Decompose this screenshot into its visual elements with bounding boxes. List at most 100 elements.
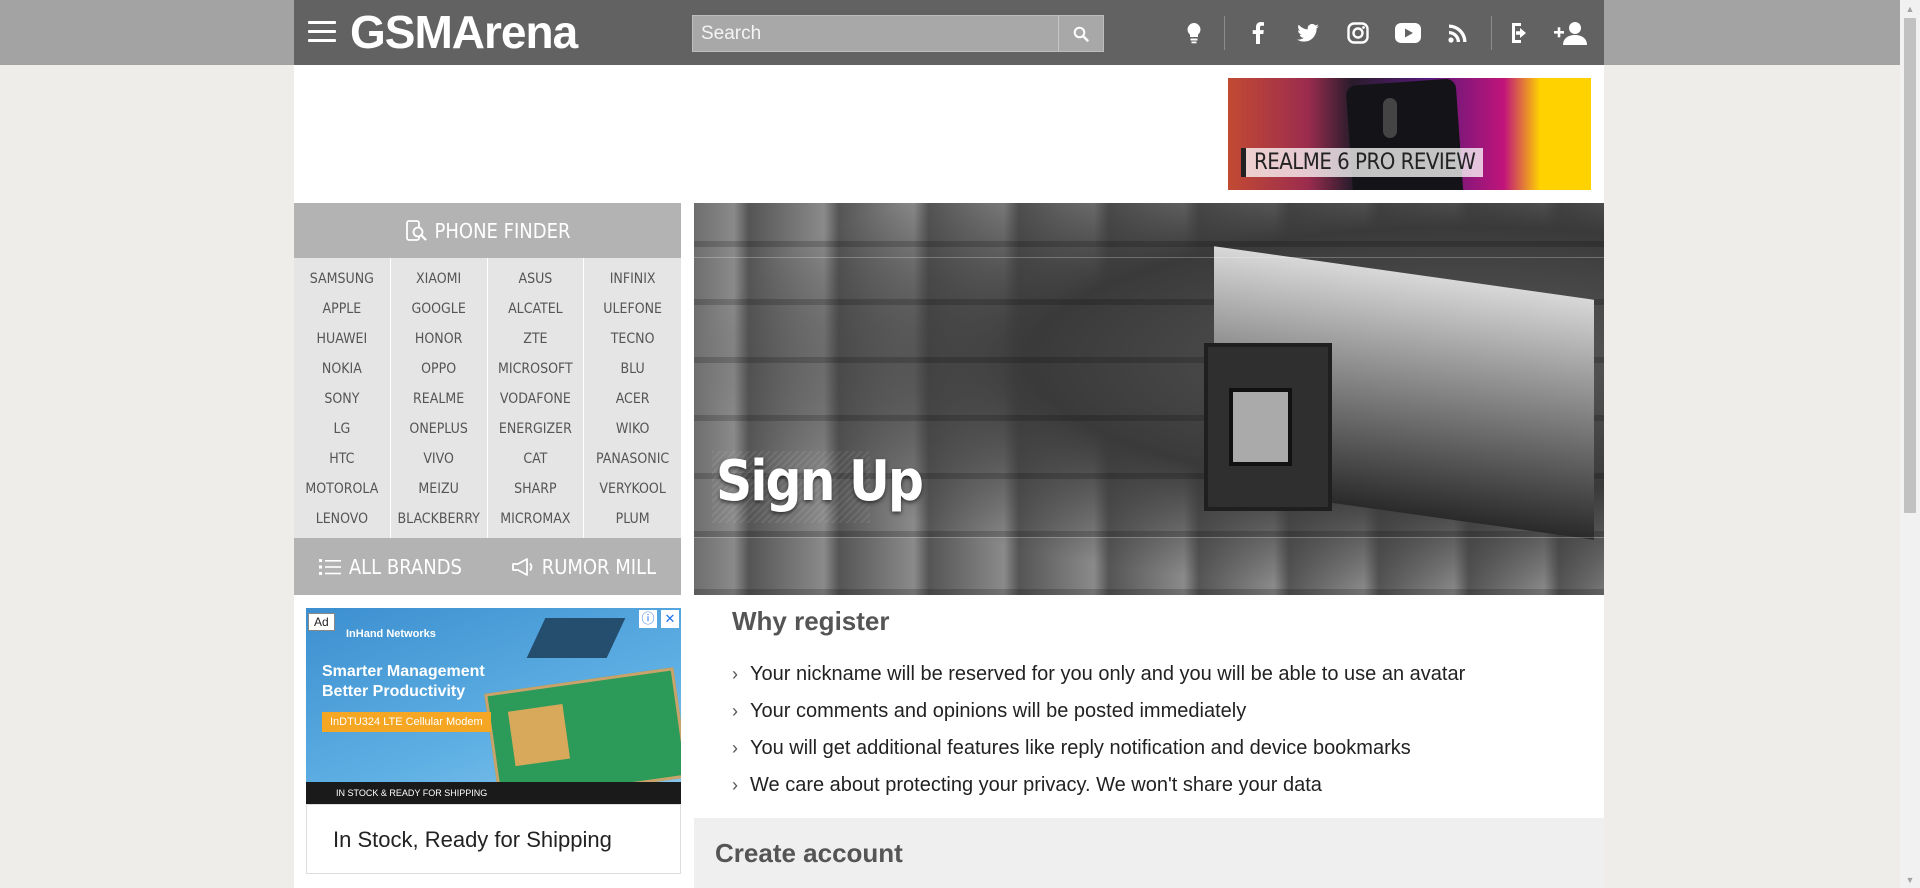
ad-caption[interactable]: In Stock, Ready for Shipping xyxy=(306,804,681,874)
brand-link[interactable]: SHARP xyxy=(488,474,584,504)
search-input[interactable] xyxy=(693,16,1059,51)
brand-link[interactable]: SONY xyxy=(294,384,390,414)
brand-link[interactable]: APPLE xyxy=(294,294,390,324)
list-item-text: We care about protecting your privacy. W… xyxy=(750,774,1322,796)
ad-caption-text: In Stock, Ready for Shipping xyxy=(333,827,612,852)
brand-link[interactable]: INFINIX xyxy=(584,264,681,294)
brand-link[interactable]: VODAFONE xyxy=(488,384,584,414)
login-icon[interactable] xyxy=(1506,18,1536,48)
hero-line xyxy=(694,257,1604,258)
all-brands-link[interactable]: ALL BRANDS xyxy=(318,554,462,579)
rumor-mill-label: RUMOR MILL xyxy=(541,554,657,579)
list-icon xyxy=(318,558,341,575)
brand-link[interactable]: OPPO xyxy=(391,354,487,384)
ad-headline-line: Better Productivity xyxy=(322,683,466,700)
brand-link[interactable]: ASUS xyxy=(488,264,584,294)
hero-image: Sign Up xyxy=(694,203,1604,595)
rss-icon[interactable] xyxy=(1443,18,1473,48)
ad-headline-line: Smarter Management xyxy=(322,663,485,680)
tip-icon[interactable] xyxy=(1179,18,1209,48)
promo-label: REALME 6 PRO REVIEW xyxy=(1241,148,1484,177)
brand-link[interactable]: ACER xyxy=(584,384,681,414)
list-item: › Your comments and opinions will be post… xyxy=(732,693,1465,730)
brand-link[interactable]: CAT xyxy=(488,444,584,474)
header-divider xyxy=(1224,16,1225,50)
brand-link[interactable]: MICROMAX xyxy=(488,504,584,534)
promo-banner[interactable]: REALME 6 PRO REVIEW xyxy=(1228,78,1591,190)
ad-banner[interactable]: Ad ⓘ ✕ InHand Networks Smarter Managemen… xyxy=(306,608,681,804)
promo-camera-image xyxy=(1383,98,1397,138)
brand-link[interactable]: MEIZU xyxy=(391,474,487,504)
brand-link[interactable]: BLACKBERRY xyxy=(391,504,487,534)
hero-line xyxy=(694,537,1604,538)
brand-link[interactable]: ZTE xyxy=(488,324,584,354)
instagram-icon[interactable] xyxy=(1343,18,1373,48)
twitter-icon[interactable] xyxy=(1293,18,1323,48)
chevron-right-icon: › xyxy=(732,775,738,795)
brand-link[interactable]: HUAWEI xyxy=(294,324,390,354)
list-item-text: You will get additional features like re… xyxy=(750,737,1411,759)
brand-link[interactable]: XIAOMI xyxy=(391,264,487,294)
ad-solar-panel-image xyxy=(526,618,626,658)
create-account-section: Create account xyxy=(694,818,1604,888)
megaphone-icon xyxy=(511,557,532,576)
brand-link[interactable]: SAMSUNG xyxy=(294,264,390,294)
finder-footer: ALL BRANDS RUMOR MILL xyxy=(294,538,681,595)
phone-finder-button[interactable]: PHONE FINDER xyxy=(294,203,681,258)
chevron-right-icon: › xyxy=(732,701,738,721)
header-divider xyxy=(1491,16,1492,50)
all-brands-label: ALL BRANDS xyxy=(348,554,462,579)
brand-link[interactable]: GOOGLE xyxy=(391,294,487,324)
why-register-list: › Your nickname will be reserved for you … xyxy=(732,656,1465,804)
search-icon xyxy=(1073,26,1089,42)
ad-footer: IN STOCK & READY FOR SHIPPING xyxy=(306,782,681,804)
brand-link[interactable]: ULEFONE xyxy=(584,294,681,324)
brand-link[interactable]: MICROSOFT xyxy=(488,354,584,384)
scroll-down-arrow-icon[interactable]: ▼ xyxy=(1900,871,1920,888)
rumor-mill-link[interactable]: RUMOR MILL xyxy=(511,554,657,579)
page-title: Sign Up xyxy=(716,449,924,514)
brand-link[interactable]: BLU xyxy=(584,354,681,384)
search-button[interactable] xyxy=(1058,16,1103,51)
list-item: › We care about protecting your privacy. … xyxy=(732,767,1465,804)
youtube-icon[interactable] xyxy=(1393,18,1423,48)
brand-link[interactable]: LENOVO xyxy=(294,504,390,534)
brand-link[interactable]: VERYKOOL xyxy=(584,474,681,504)
ad-headline: Smarter Management Better Productivity xyxy=(322,662,485,702)
create-account-heading: Create account xyxy=(715,838,903,868)
facebook-icon[interactable] xyxy=(1243,18,1273,48)
scroll-up-arrow-icon[interactable]: ▲ xyxy=(1900,0,1920,17)
brand-link[interactable]: ONEPLUS xyxy=(391,414,487,444)
brand-link[interactable]: HTC xyxy=(294,444,390,474)
brand-link[interactable]: ENERGIZER xyxy=(488,414,584,444)
brand-link[interactable]: TECNO xyxy=(584,324,681,354)
brand-link[interactable]: PANASONIC xyxy=(584,444,681,474)
brand-grid: SAMSUNG APPLE HUAWEI NOKIA SONY LG HTC M… xyxy=(294,258,681,538)
ad-close-icon[interactable]: ✕ xyxy=(661,610,679,628)
brand-link[interactable]: HONOR xyxy=(391,324,487,354)
list-item: › Your nickname will be reserved for you … xyxy=(732,656,1465,693)
brand-link[interactable]: VIVO xyxy=(391,444,487,474)
brand-link[interactable]: PLUM xyxy=(584,504,681,534)
page-scrollbar[interactable]: ▲ ▼ xyxy=(1900,0,1920,888)
list-item-text: Your nickname will be reserved for you o… xyxy=(750,663,1466,685)
brand-link[interactable]: NOKIA xyxy=(294,354,390,384)
ad-brand: InHand Networks xyxy=(346,628,436,640)
ad-badge: Ad xyxy=(308,613,335,631)
site-logo[interactable]: GSMArena xyxy=(350,8,578,56)
scrollbar-thumb[interactable] xyxy=(1904,18,1916,513)
list-item-text: Your comments and opinions will be poste… xyxy=(750,700,1247,722)
brand-link[interactable]: MOTOROLA xyxy=(294,474,390,504)
chevron-right-icon: › xyxy=(732,738,738,758)
brand-link[interactable]: LG xyxy=(294,414,390,444)
brand-link[interactable]: REALME xyxy=(391,384,487,414)
signup-icon[interactable] xyxy=(1553,18,1589,48)
brand-link[interactable]: WIKO xyxy=(584,414,681,444)
why-register-heading: Why register xyxy=(732,606,890,636)
chevron-right-icon: › xyxy=(732,664,738,684)
menu-icon[interactable] xyxy=(308,21,336,43)
ad-info-icon[interactable]: ⓘ xyxy=(639,610,657,628)
brand-link[interactable]: ALCATEL xyxy=(488,294,584,324)
phone-finder-icon xyxy=(405,219,427,241)
search-box xyxy=(692,15,1104,52)
